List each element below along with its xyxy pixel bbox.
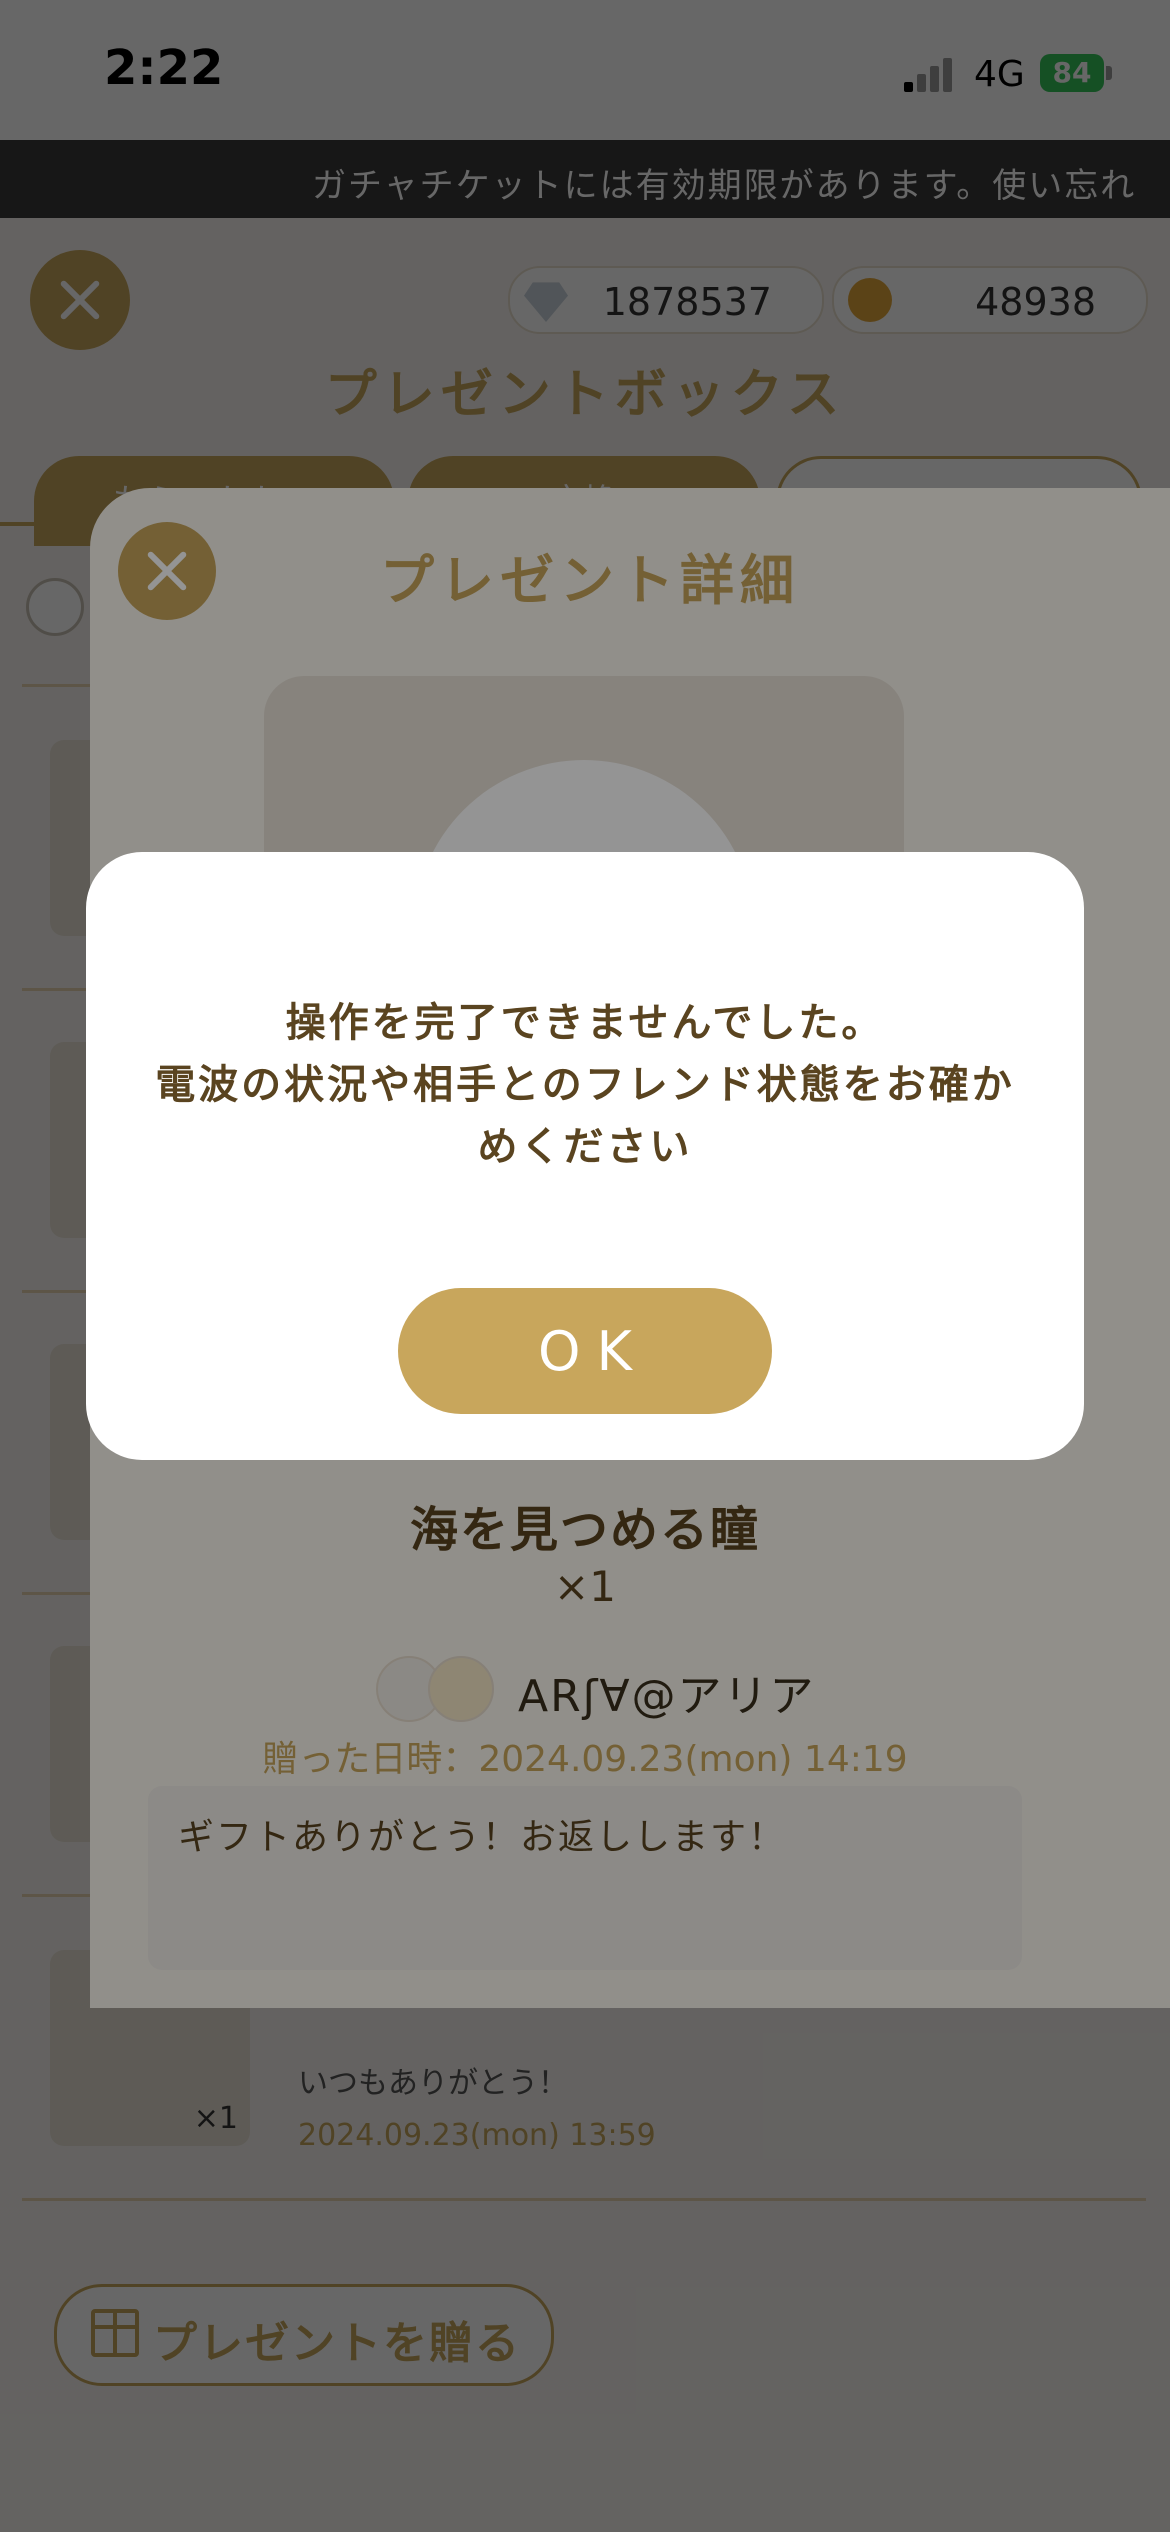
dialog-message-line: 電波の状況や相手とのフレンド状態をお確か: [155, 1062, 1015, 1108]
ok-button[interactable]: OK: [398, 1288, 772, 1414]
error-dialog: 操作を完了できませんでした。 電波の状況や相手とのフレンド状態をお確か めくださ…: [86, 852, 1084, 1460]
dialog-message-line: 操作を完了できませんでした。: [285, 1000, 885, 1046]
ok-button-label: OK: [538, 1320, 648, 1383]
dialog-message-line: めください: [477, 1124, 693, 1170]
